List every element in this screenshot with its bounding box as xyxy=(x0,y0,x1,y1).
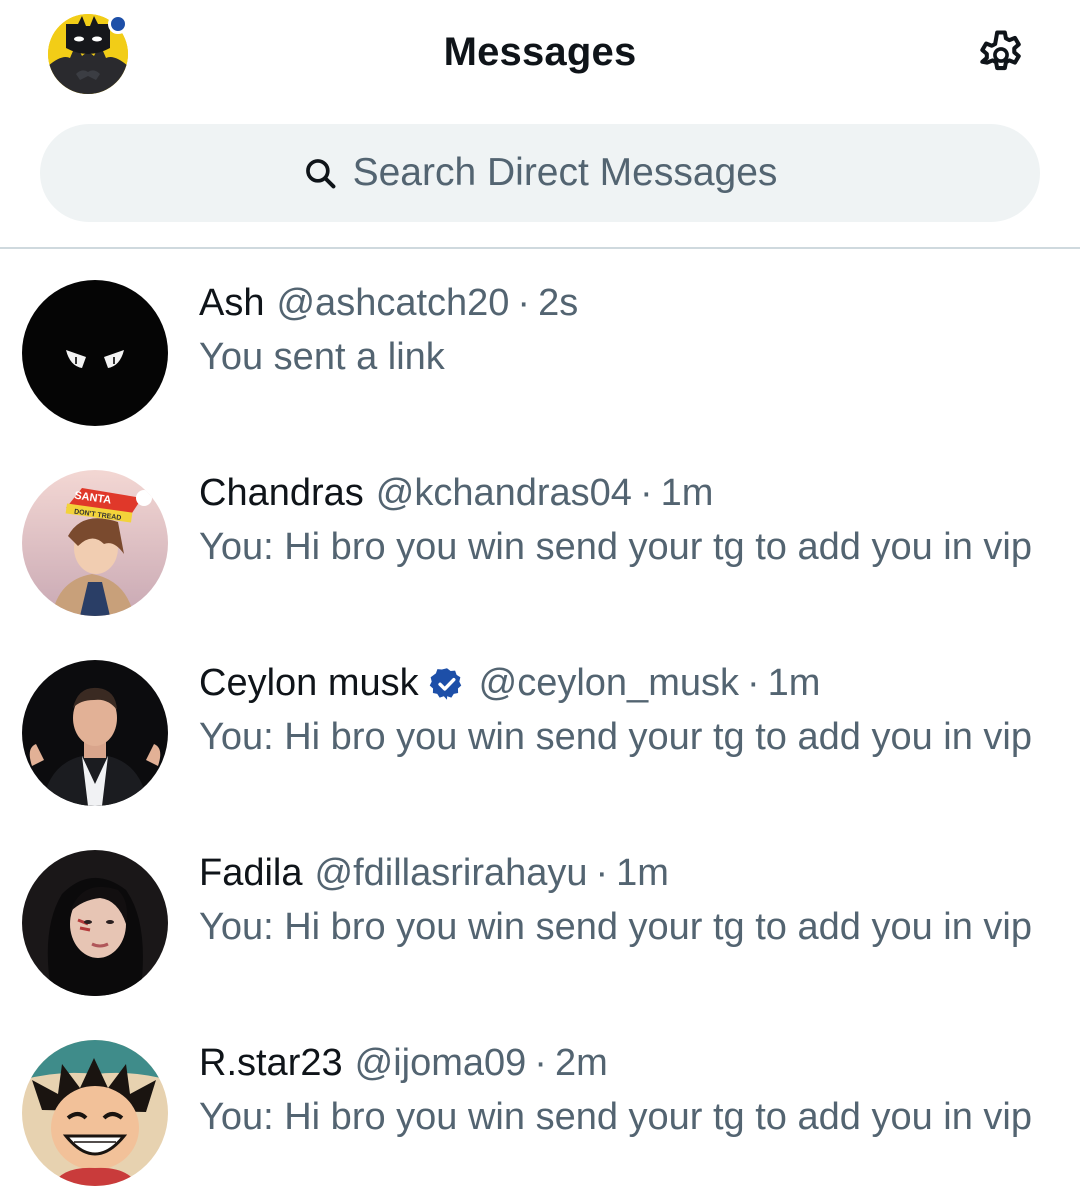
conversation-name: Ceylon musk xyxy=(199,662,419,704)
page-title: Messages xyxy=(443,30,637,74)
conversation-preview: You sent a link xyxy=(199,336,445,378)
conversation-header: Ash @ashcatch20 · 2s xyxy=(199,282,578,325)
settings-button[interactable] xyxy=(970,24,1032,86)
conversation-header: R.star23 @ijoma09 · 2m xyxy=(199,1042,608,1085)
woman-portrait-avatar-icon xyxy=(22,850,168,996)
conversation-handle: @fdillasrirahayu xyxy=(314,852,588,894)
avatar[interactable] xyxy=(22,850,168,996)
gear-icon xyxy=(980,30,1021,71)
conversation-preview: You: Hi bro you win send your tg to add … xyxy=(199,906,1032,948)
header: Messages xyxy=(0,0,1080,110)
avatar[interactable] xyxy=(22,280,168,426)
conversation-time: 1m xyxy=(660,472,714,514)
conversation-header: Ceylon musk @ceylon_musk · 1m xyxy=(199,662,820,705)
search-placeholder: Search Direct Messages xyxy=(352,151,778,194)
conversation-time: 2s xyxy=(538,282,579,324)
conversation-header: Fadila @fdillasrirahayu · 1m xyxy=(199,852,669,895)
conversation-preview: You: Hi bro you win send your tg to add … xyxy=(199,716,1032,758)
verified-badge-icon xyxy=(429,666,465,702)
separator: · xyxy=(595,852,609,894)
man-portrait-avatar-icon xyxy=(22,660,168,806)
conversation-handle: @ijoma09 xyxy=(354,1042,527,1084)
separator: · xyxy=(534,1042,547,1084)
conversation-item[interactable]: Ash @ashcatch20 · 2s You sent a link xyxy=(0,250,1080,440)
anime-boy-avatar-icon xyxy=(22,1040,168,1186)
dark-eyes-avatar-icon xyxy=(22,280,168,426)
conversation-item[interactable]: Ceylon musk @ceylon_musk · 1m You: Hi br… xyxy=(0,630,1080,820)
conversation-name: R.star23 xyxy=(199,1042,343,1084)
conversation-time: 2m xyxy=(554,1042,608,1084)
search-icon xyxy=(303,155,339,191)
conversation-item[interactable]: SANTA DON'T TREAD Chandras @kchandras04 … xyxy=(0,440,1080,630)
divider xyxy=(0,247,1080,249)
conversation-preview: You: Hi bro you win send your tg to add … xyxy=(199,1096,1032,1138)
conversation-handle: @ceylon_musk xyxy=(478,662,739,704)
conversation-handle: @kchandras04 xyxy=(375,472,632,514)
conversation-time: 1m xyxy=(616,852,669,894)
avatar[interactable] xyxy=(22,660,168,806)
santa-hat-avatar-icon: SANTA DON'T TREAD xyxy=(22,470,168,616)
avatar[interactable] xyxy=(22,1040,168,1186)
conversation-time: 1m xyxy=(767,662,821,704)
search-input[interactable]: Search Direct Messages xyxy=(40,124,1040,222)
separator: · xyxy=(746,662,760,704)
messages-screen: Messages Search Direct Messages Ash @ash… xyxy=(0,0,1080,1200)
avatar[interactable]: SANTA DON'T TREAD xyxy=(22,470,168,616)
conversation-name: Ash xyxy=(199,282,265,324)
conversation-header: Chandras @kchandras04 · 1m xyxy=(199,472,713,515)
separator: · xyxy=(639,472,653,514)
conversation-handle: @ashcatch20 xyxy=(276,282,510,324)
separator: · xyxy=(517,282,531,324)
conversation-name: Fadila xyxy=(199,852,303,894)
conversation-name: Chandras xyxy=(199,472,364,514)
conversation-item[interactable]: Fadila @fdillasrirahayu · 1m You: Hi bro… xyxy=(0,820,1080,1010)
conversation-preview: You: Hi bro you win send your tg to add … xyxy=(199,526,1032,568)
conversation-item[interactable]: R.star23 @ijoma09 · 2m You: Hi bro you w… xyxy=(0,1010,1080,1200)
